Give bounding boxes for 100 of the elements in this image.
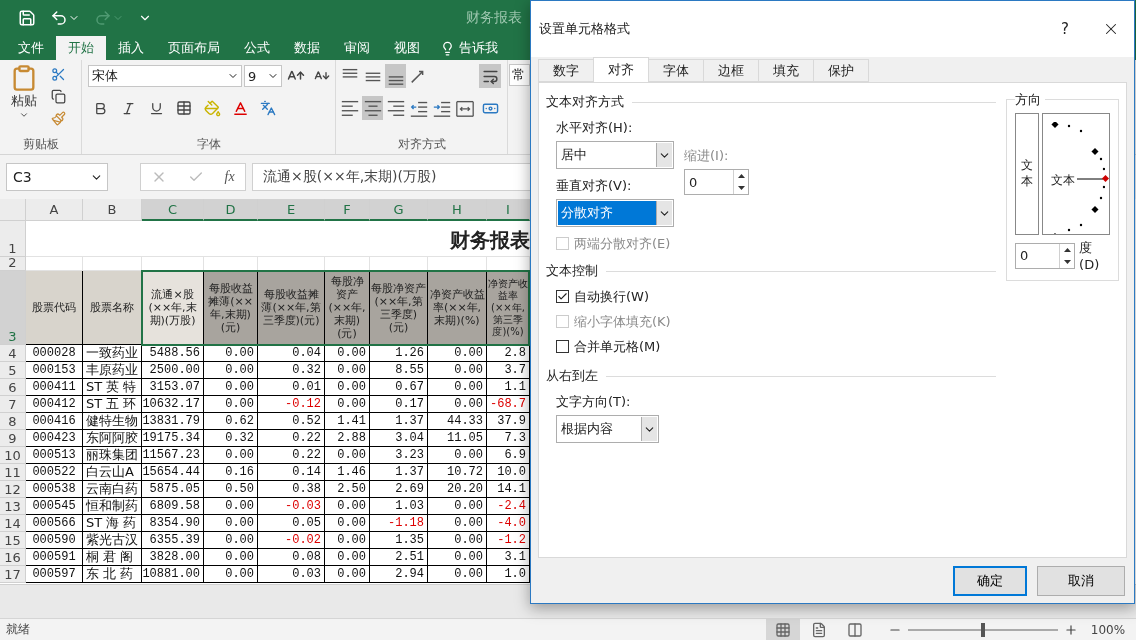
table-cell: 0.00 [204, 362, 258, 379]
orientation-dial[interactable]: 文本 [1042, 113, 1110, 235]
vertical-text-button[interactable]: 文本 [1015, 113, 1039, 235]
table-cell: 10881.00 [142, 566, 204, 583]
row-header[interactable]: 8 [0, 413, 26, 430]
row-header[interactable]: 9 [0, 430, 26, 447]
ribbon-tab[interactable]: 插入 [106, 36, 156, 60]
table-cell: 白云山A [83, 464, 142, 481]
checkbox[interactable] [556, 290, 569, 303]
ok-button[interactable]: 确定 [953, 565, 1027, 596]
bottom-align-icon[interactable] [385, 64, 406, 88]
header-cell: 净资产收益率(××年,末期)(%) [428, 271, 487, 345]
row-header[interactable]: 12 [0, 481, 26, 498]
row-header[interactable]: 5 [0, 362, 26, 379]
dialog-tab[interactable]: 对齐 [593, 57, 649, 82]
insert-function-button[interactable]: fx [224, 169, 235, 185]
row-header[interactable]: 13 [0, 498, 26, 515]
table-cell: -1.18 [370, 515, 428, 532]
table-cell: 2.88 [325, 430, 370, 447]
ribbon-tab[interactable]: 页面布局 [156, 36, 232, 60]
table-cell: 桐 君 阁 [83, 549, 142, 566]
table-cell: 0.67 [370, 379, 428, 396]
row-header[interactable]: 3 [0, 271, 26, 345]
tell-me-field[interactable]: 告诉我 [432, 36, 498, 60]
normal-view-icon[interactable] [766, 618, 800, 640]
dialog-tab[interactable]: 保护 [813, 59, 869, 82]
dialog-tab[interactable]: 字体 [648, 59, 704, 82]
column-header[interactable]: C [142, 199, 204, 221]
wrap-text-icon[interactable] [479, 64, 501, 88]
column-header[interactable]: G [370, 199, 428, 221]
column-header[interactable]: B [83, 199, 142, 221]
ribbon-tab[interactable]: 文件 [6, 36, 56, 60]
column-header[interactable]: H [428, 199, 487, 221]
undo-icon[interactable] [50, 9, 80, 27]
save-icon[interactable] [18, 9, 36, 27]
table-cell: 0.00 [325, 396, 370, 413]
column-header[interactable]: I [487, 199, 530, 221]
column-header[interactable]: E [258, 199, 325, 221]
table-cell: 东 北 药 [83, 566, 142, 583]
row-header[interactable]: 4 [0, 345, 26, 362]
table-cell: 1.37 [370, 464, 428, 481]
checkbox-label[interactable]: 合并单元格(M) [574, 337, 661, 356]
column-header[interactable]: F [325, 199, 370, 221]
name-box[interactable]: C3 [6, 163, 108, 191]
row-header[interactable]: 16 [0, 549, 26, 566]
table-cell: 健特生物 [83, 413, 142, 430]
table-cell: 0.00 [325, 549, 370, 566]
section-title: 方向 [1015, 91, 1045, 109]
group-label: 剪贴板 [21, 136, 60, 153]
field-label: 垂直对齐(V): [556, 177, 632, 195]
row-header[interactable]: 11 [0, 464, 26, 481]
table-cell: 0.00 [428, 362, 487, 379]
table-cell: 0.00 [428, 396, 487, 413]
row-header[interactable]: 6 [0, 379, 26, 396]
vertical-align-dropdown[interactable]: 分散对齐 [556, 199, 674, 227]
align-center-icon[interactable] [362, 96, 383, 120]
dialog-tab[interactable]: 填充 [758, 59, 814, 82]
font-size-field[interactable]: 9 [244, 65, 282, 87]
table-cell: 0.00 [325, 345, 370, 362]
zoom-thumb[interactable] [981, 622, 985, 637]
ribbon-tab[interactable]: 公式 [232, 36, 282, 60]
column-header[interactable]: D [204, 199, 258, 221]
font-name-field[interactable]: 宋体 [88, 65, 242, 87]
horizontal-align-dropdown[interactable]: 居中 [556, 141, 674, 169]
ribbon-tab[interactable]: 开始 [56, 36, 106, 60]
help-button[interactable]: ? [1042, 20, 1088, 38]
row-header[interactable]: 14 [0, 515, 26, 532]
number-format-field[interactable]: 常 [509, 64, 530, 86]
table-cell: 0.00 [428, 515, 487, 532]
dialog-tab[interactable]: 边框 [703, 59, 759, 82]
row-header[interactable]: 17 [0, 566, 26, 583]
table-cell: 0.00 [204, 447, 258, 464]
dialog-tab[interactable]: 数字 [538, 59, 594, 82]
paste-button[interactable]: 粘贴 [6, 64, 42, 136]
checkbox[interactable] [556, 340, 569, 353]
row-header[interactable]: 7 [0, 396, 26, 413]
checkbox-label[interactable]: 自动换行(W) [574, 287, 649, 306]
row-header[interactable]: 1 [0, 221, 26, 257]
column-header[interactable]: A [26, 199, 83, 221]
table-cell: 11.05 [428, 430, 487, 447]
degrees-spinner[interactable]: 0 [1015, 242, 1076, 269]
cancel-button[interactable]: 取消 [1037, 565, 1125, 596]
table-cell: 2.69 [370, 481, 428, 498]
ribbon-tab[interactable]: 审阅 [332, 36, 382, 60]
row-header[interactable]: 2 [0, 257, 26, 271]
text-direction-dropdown[interactable]: 根据内容 [556, 415, 659, 443]
header-cell: 每股净资产(××年,第三季度)(元) [370, 271, 428, 345]
table-cell: 6809.58 [142, 498, 204, 515]
table-cell: 3828.00 [142, 549, 204, 566]
row-header[interactable]: 15 [0, 532, 26, 549]
ribbon-tab[interactable]: 视图 [382, 36, 432, 60]
section-title: 从右到左 [546, 367, 598, 385]
header-cell: 股票名称 [83, 271, 142, 345]
ribbon-tab[interactable]: 数据 [282, 36, 332, 60]
row-header[interactable]: 10 [0, 447, 26, 464]
caret-icon [19, 110, 29, 120]
table-cell: 11567.23 [142, 447, 204, 464]
zoom-in-icon[interactable] [1064, 622, 1078, 637]
table-cell: 1.26 [370, 345, 428, 362]
table-cell: 0.00 [428, 447, 487, 464]
